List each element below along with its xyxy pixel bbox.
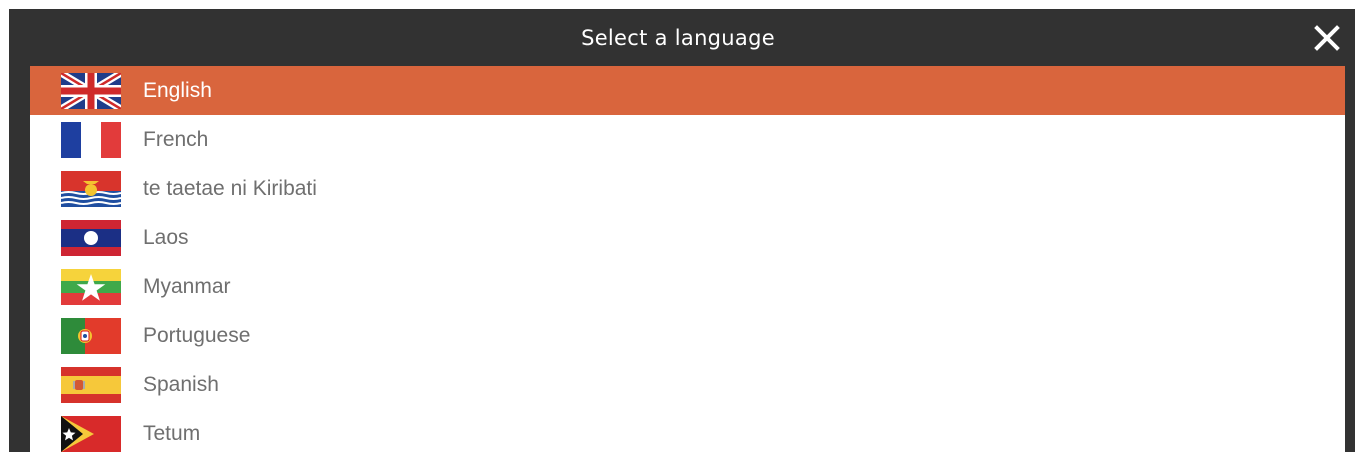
language-list: English French te taetae ni Kiribati Lao… (30, 66, 1345, 452)
language-item-french[interactable]: French (30, 115, 1345, 164)
language-item-english[interactable]: English (30, 66, 1345, 115)
language-label: Spanish (143, 372, 219, 396)
close-button[interactable] (1313, 24, 1341, 52)
language-item-spanish[interactable]: Spanish (30, 360, 1345, 409)
timor-leste-flag-icon (61, 415, 121, 452)
portugal-flag-icon (61, 317, 121, 354)
spain-flag-icon (61, 366, 121, 403)
myanmar-flag-icon (61, 268, 121, 305)
dialog-titlebar: Select a language (9, 9, 1355, 66)
language-label: Portuguese (143, 323, 251, 347)
language-item-kiribati[interactable]: te taetae ni Kiribati (30, 164, 1345, 213)
dialog-title: Select a language (581, 25, 775, 50)
language-label: Laos (143, 225, 189, 249)
language-label: French (143, 127, 209, 151)
language-label: Tetum (143, 421, 201, 445)
france-flag-icon (61, 121, 121, 158)
language-item-myanmar[interactable]: Myanmar (30, 262, 1345, 311)
language-item-portuguese[interactable]: Portuguese (30, 311, 1345, 360)
language-item-tetum[interactable]: Tetum (30, 409, 1345, 452)
language-label: Myanmar (143, 274, 231, 298)
language-label: English (143, 78, 212, 102)
close-icon (1314, 24, 1340, 51)
language-label: te taetae ni Kiribati (143, 176, 317, 200)
kiribati-flag-icon (61, 170, 121, 207)
laos-flag-icon (61, 219, 121, 256)
uk-flag-icon (61, 72, 121, 109)
language-dialog: Select a language English French te taet… (9, 9, 1355, 452)
language-item-laos[interactable]: Laos (30, 213, 1345, 262)
